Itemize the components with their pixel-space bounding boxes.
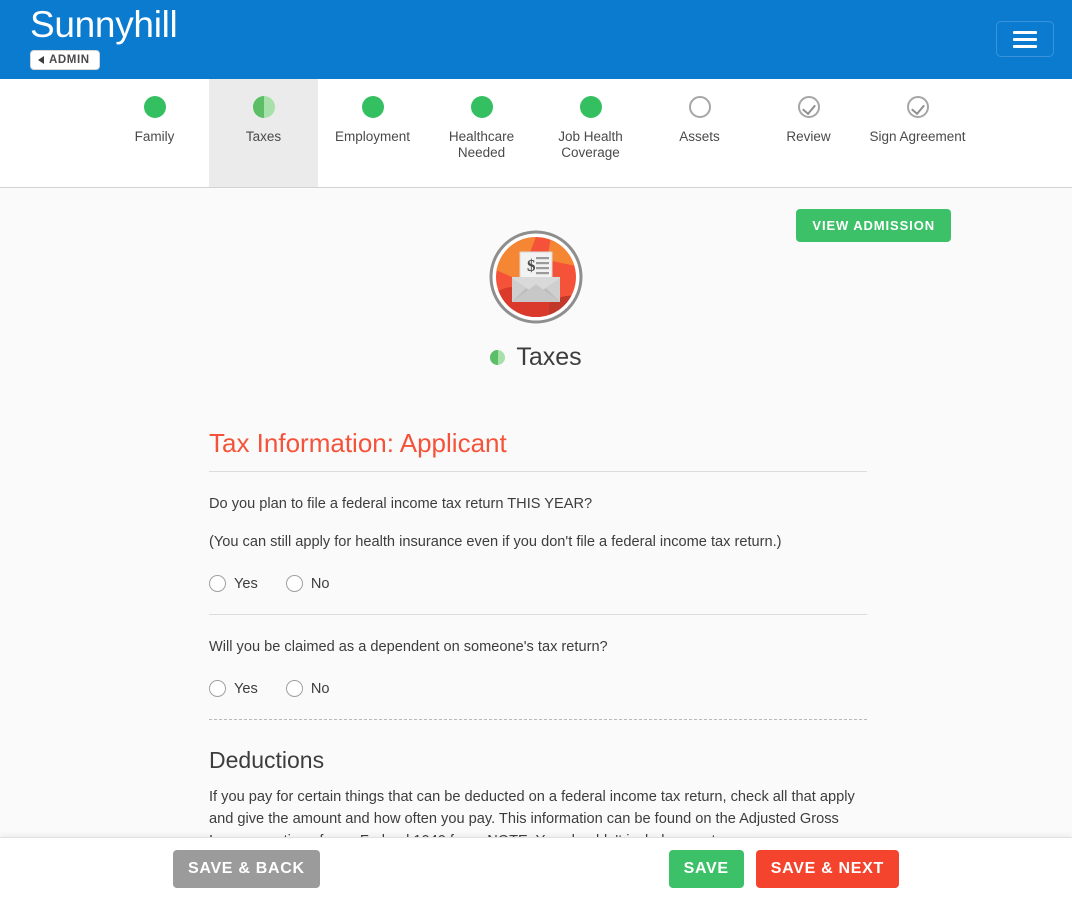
question-block-dependent: Will you be claimed as a dependent on so… <box>209 615 867 719</box>
step-label: Healthcare Needed <box>448 129 515 160</box>
hamburger-menu-button[interactable] <box>996 21 1054 57</box>
radio-option-no[interactable]: No <box>285 575 330 592</box>
step-navigation-list: Family Taxes Employment Healthcare Neede… <box>100 79 972 187</box>
view-admission-button[interactable]: VIEW ADMISSION <box>796 209 951 242</box>
radio-circle-icon[interactable] <box>209 680 226 697</box>
app-header: Sunnyhill ADMIN <box>0 0 1072 79</box>
save-and-next-button[interactable]: SAVE & NEXT <box>755 849 899 888</box>
admin-button-label: ADMIN <box>49 54 90 66</box>
brand-title: Sunnyhill <box>30 4 178 45</box>
step-label: Review <box>786 129 831 144</box>
radio-option-yes[interactable]: Yes <box>209 575 258 592</box>
step-label: Taxes <box>245 129 282 144</box>
half-filled-circle-icon <box>490 350 506 365</box>
chevron-left-icon <box>38 56 44 64</box>
tax-form-panel: Tax Information: Applicant Do you plan t… <box>209 372 867 852</box>
radio-option-yes[interactable]: Yes <box>209 680 258 697</box>
step-item-employment[interactable]: Employment <box>318 79 427 187</box>
save-button[interactable]: SAVE <box>668 849 744 888</box>
step-item-healthcare-needed[interactable]: Healthcare Needed <box>427 79 536 187</box>
hamburger-icon-bar <box>1013 44 1037 48</box>
step-item-sign-agreement[interactable]: Sign Agreement <box>863 79 972 187</box>
step-item-family[interactable]: Family <box>100 79 209 187</box>
step-label: Job Health Coverage <box>558 129 623 160</box>
filled-circle-icon <box>361 96 384 118</box>
radio-label: No <box>310 680 330 697</box>
step-label: Employment <box>334 129 411 144</box>
svg-text:$: $ <box>527 256 536 275</box>
radio-label: Yes <box>234 575 258 592</box>
radio-circle-icon[interactable] <box>209 575 226 592</box>
filled-circle-icon <box>143 96 166 118</box>
half-filled-circle-icon <box>252 96 275 118</box>
hamburger-icon-bar <box>1013 30 1037 34</box>
question-text: Do you plan to file a federal income tax… <box>209 496 593 512</box>
radio-group-file-return: Yes No <box>209 575 867 592</box>
deductions-divider <box>209 719 867 720</box>
step-item-taxes[interactable]: Taxes <box>209 79 318 187</box>
radio-group-dependent: Yes No <box>209 680 867 697</box>
filled-circle-icon <box>470 96 493 118</box>
section-title: Tax Information: Applicant <box>209 428 507 458</box>
step-item-review[interactable]: Review <box>754 79 863 187</box>
radio-label: No <box>310 575 330 592</box>
step-item-assets[interactable]: Assets <box>645 79 754 187</box>
radio-circle-icon[interactable] <box>285 575 303 592</box>
save-and-back-button[interactable]: SAVE & BACK <box>173 849 320 888</box>
question-text: Will you be claimed as a dependent on so… <box>209 639 608 655</box>
question-note: (You can still apply for health insuranc… <box>209 534 782 550</box>
empty-circle-icon <box>688 96 711 118</box>
question-block-file-return: Do you plan to file a federal income tax… <box>209 472 867 614</box>
check-circle-icon <box>906 96 929 118</box>
admin-back-button[interactable]: ADMIN <box>30 50 100 70</box>
radio-option-no[interactable]: No <box>285 680 330 697</box>
action-bar-right-group: SAVE SAVE & NEXT <box>668 849 899 888</box>
step-label: Family <box>134 129 175 144</box>
step-label: Assets <box>679 129 720 144</box>
action-bar: SAVE & BACK SAVE SAVE & NEXT <box>0 837 1072 899</box>
tax-envelope-icon: $ <box>489 230 583 324</box>
hamburger-icon-bar <box>1013 37 1037 41</box>
radio-circle-icon[interactable] <box>285 680 303 697</box>
filled-circle-icon <box>579 96 602 118</box>
step-label: Sign Agreement <box>869 129 966 144</box>
brand-block: Sunnyhill ADMIN <box>30 2 178 70</box>
check-circle-icon <box>797 96 820 118</box>
deductions-heading: Deductions <box>209 747 325 773</box>
step-item-job-health-coverage[interactable]: Job Health Coverage <box>536 79 645 187</box>
page-title: Taxes <box>516 343 582 371</box>
radio-label: Yes <box>234 680 258 697</box>
main-content: VIEW ADMISSION $ Taxes Tax Information: … <box>0 188 1072 899</box>
hero-icon-wrapper: $ <box>0 230 1072 324</box>
step-navigation: Family Taxes Employment Healthcare Neede… <box>0 79 1072 188</box>
page-heading: Taxes <box>0 343 1072 372</box>
